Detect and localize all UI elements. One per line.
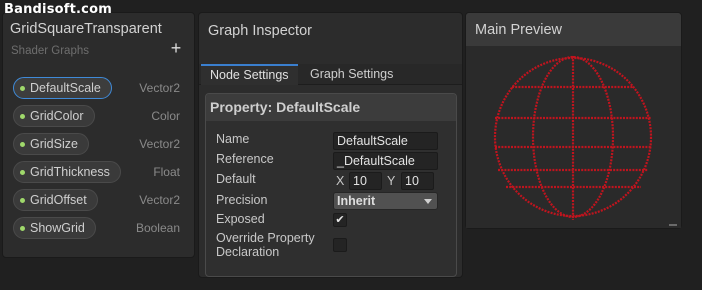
blackboard-panel: GridSquareTransparent Shader Graphs + De… (2, 12, 195, 258)
property-name: GridSize (30, 137, 78, 151)
precision-value: Inherit (337, 194, 376, 208)
override-label-line2: Declaration (216, 245, 280, 259)
default-y-label[interactable]: Y (387, 174, 395, 188)
exposed-label: Exposed (216, 212, 265, 226)
blackboard-subtitle: Shader Graphs (11, 45, 89, 57)
exposed-dot-icon (20, 85, 25, 91)
chevron-down-icon (424, 199, 432, 204)
property-name: GridThickness (30, 165, 110, 179)
property-row: GridSize Vector2 (3, 133, 194, 161)
property-name: GridOffset (30, 193, 87, 207)
property-type: Vector2 (139, 193, 180, 207)
property-pill[interactable]: GridThickness (13, 161, 121, 183)
inspector-tabs: Node Settings Graph Settings (199, 64, 462, 85)
property-type: Vector2 (139, 81, 180, 95)
property-row: GridColor Color (3, 105, 194, 133)
property-type: Boolean (135, 221, 180, 235)
tab-node-settings[interactable]: Node Settings (201, 64, 298, 85)
precision-label: Precision (216, 193, 268, 207)
default-x-field[interactable]: 10 (349, 172, 382, 190)
property-type: Float (153, 165, 180, 179)
preview-title: Main Preview (475, 22, 563, 38)
default-x-label[interactable]: X (336, 174, 344, 188)
override-declaration-checkbox[interactable] (333, 238, 347, 252)
property-pill[interactable]: GridOffset (13, 189, 98, 211)
override-label-line1: Override Property (216, 231, 315, 245)
exposed-dot-icon (20, 113, 25, 119)
blackboard-header: GridSquareTransparent Shader Graphs + (3, 13, 194, 67)
blackboard-title: GridSquareTransparent (10, 21, 162, 37)
graph-inspector-panel: Graph Inspector Node Settings Graph Sett… (198, 12, 463, 278)
exposed-dot-icon (20, 169, 25, 175)
add-property-button[interactable]: + (168, 38, 184, 58)
property-settings-box: Property: DefaultScale Name DefaultScale… (205, 93, 457, 277)
exposed-dot-icon (20, 141, 25, 147)
preview-viewport[interactable] (466, 46, 681, 228)
exposed-dot-icon (20, 197, 25, 203)
tab-graph-settings[interactable]: Graph Settings (301, 64, 402, 85)
property-type: Color (151, 109, 180, 123)
default-y-field[interactable]: 10 (401, 172, 434, 190)
property-row: GridThickness Float (3, 161, 194, 189)
name-label: Name (216, 132, 250, 146)
property-name: ShowGrid (30, 221, 85, 235)
property-pill[interactable]: GridColor (13, 105, 95, 127)
property-row: GridOffset Vector2 (3, 189, 194, 217)
property-name: DefaultScale (30, 81, 101, 95)
preview-sphere-graphic (493, 55, 653, 220)
property-pill[interactable]: ShowGrid (13, 217, 96, 239)
reference-label: Reference (216, 152, 274, 166)
main-preview-panel: Main Preview (465, 12, 682, 229)
reference-field[interactable]: _DefaultScale (333, 152, 438, 170)
watermark-text: Bandisoft.com (4, 2, 112, 17)
exposed-dot-icon (20, 225, 25, 231)
default-label: Default (216, 172, 256, 186)
property-list: DefaultScale Vector2 GridColor Color GridSiz… (3, 77, 194, 245)
property-row: ShowGrid Boolean (3, 217, 194, 245)
property-pill[interactable]: DefaultScale (13, 77, 112, 99)
preview-title-bar: Main Preview (466, 13, 681, 46)
inspector-title: Graph Inspector (208, 23, 312, 39)
property-name: GridColor (30, 109, 84, 123)
property-header: Property: DefaultScale (206, 94, 456, 121)
property-type: Vector2 (139, 137, 180, 151)
exposed-checkbox[interactable]: ✔ (333, 213, 347, 227)
resize-handle[interactable] (669, 224, 677, 226)
name-field[interactable]: DefaultScale (333, 132, 438, 150)
property-row: DefaultScale Vector2 (3, 77, 194, 105)
property-pill[interactable]: GridSize (13, 133, 89, 155)
precision-dropdown[interactable]: Inherit (333, 192, 438, 210)
